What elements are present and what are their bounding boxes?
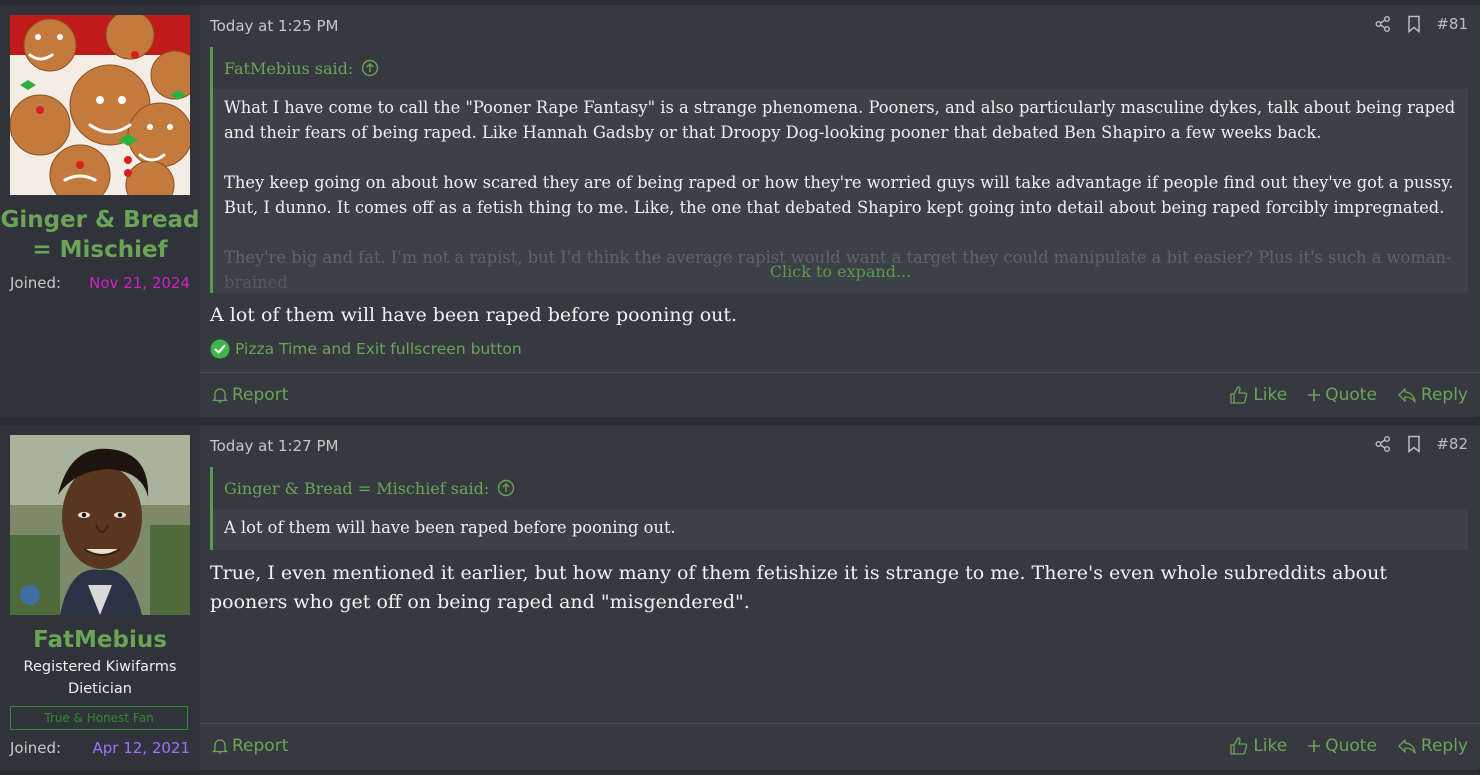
message-body: True, I even mentioned it earlier, but h… — [210, 562, 1387, 613]
report-button[interactable]: Report — [212, 385, 288, 405]
like-button[interactable]: Like — [1229, 385, 1287, 405]
quote-paragraph: They keep going on about how scared they… — [224, 173, 1454, 217]
gingerbread-avatar-image — [10, 15, 190, 195]
plus-icon — [1307, 739, 1321, 753]
reaction-bar[interactable]: Pizza Time and Exit fullscreen button — [210, 339, 522, 359]
joined-row: Joined: Apr 12, 2021 — [10, 738, 190, 758]
message-body: A lot of them will have been raped befor… — [210, 304, 738, 326]
reply-label: Reply — [1420, 735, 1468, 756]
user-cell: FatMebius Registered Kiwifarms Dietician… — [0, 425, 200, 770]
post-meta-actions: #81 — [1374, 15, 1468, 33]
like-button[interactable]: Like — [1229, 736, 1287, 756]
quote-block: FatMebius said: What I have come to call… — [210, 47, 1468, 293]
bell-icon — [212, 737, 228, 755]
joined-label: Joined: — [10, 739, 62, 757]
quote-paragraph: What I have come to call the "Pooner Rap… — [224, 98, 1456, 142]
share-icon[interactable] — [1374, 435, 1392, 453]
post-number-link[interactable]: #82 — [1436, 435, 1468, 453]
quote-button[interactable]: Quote — [1307, 385, 1377, 405]
plus-icon — [1307, 388, 1321, 402]
quote-header[interactable]: FatMebius said: — [213, 47, 1468, 89]
like-label: Like — [1253, 735, 1288, 756]
reply-label: Reply — [1420, 384, 1468, 405]
like-label: Like — [1253, 384, 1288, 405]
joined-label: Joined: — [10, 274, 62, 292]
quote-header[interactable]: Ginger & Bread = Mischief said: — [213, 467, 1468, 509]
thumbs-up-icon — [1229, 736, 1249, 756]
arrow-up-circle-icon[interactable] — [361, 59, 379, 77]
quote-label: Quote — [1325, 735, 1377, 756]
user-title-line: Dietician — [68, 681, 132, 697]
report-button[interactable]: Report — [212, 736, 288, 756]
footer-actions: Like Quote Reply — [1229, 385, 1468, 405]
reply-button[interactable]: Reply — [1397, 385, 1468, 405]
post-main: Today at 1:27 PM #82 Ginger & Bread = Mi… — [200, 425, 1480, 770]
share-icon[interactable] — [1374, 15, 1392, 33]
check-circle-icon — [210, 339, 230, 359]
joined-date: Nov 21, 2024 — [89, 274, 190, 292]
quote-block: Ginger & Bread = Mischief said: A lot of… — [210, 467, 1468, 550]
click-to-expand-link[interactable]: Click to expand... — [213, 262, 1468, 281]
quote-author[interactable]: Ginger & Bread = Mischief said: — [224, 479, 489, 498]
bell-icon — [212, 386, 228, 404]
reply-arrow-icon — [1397, 737, 1417, 755]
arrow-up-circle-icon[interactable] — [497, 479, 515, 497]
report-label: Report — [232, 384, 289, 405]
post-date[interactable]: Today at 1:25 PM — [210, 17, 338, 35]
joined-row: Joined: Nov 21, 2024 — [10, 273, 190, 293]
post-main: Today at 1:25 PM #81 FatMebius said: Wha… — [200, 5, 1480, 417]
post-meta-actions: #82 — [1374, 435, 1468, 453]
portrait-avatar-image — [10, 435, 190, 615]
username[interactable]: Ginger & Bread = Mischief — [0, 205, 200, 265]
reply-button[interactable]: Reply — [1397, 736, 1468, 756]
quote-author[interactable]: FatMebius said: — [224, 59, 353, 78]
avatar[interactable] — [10, 15, 190, 195]
post-date[interactable]: Today at 1:27 PM — [210, 437, 338, 455]
quote-label: Quote — [1325, 384, 1377, 405]
avatar[interactable] — [10, 435, 190, 615]
footer-actions: Like Quote Reply — [1229, 736, 1468, 756]
thumbs-up-icon — [1229, 385, 1249, 405]
reaction-text[interactable]: Pizza Time and Exit fullscreen button — [235, 340, 522, 358]
quote-button[interactable]: Quote — [1307, 736, 1377, 756]
user-title-line: Registered Kiwifarms — [23, 659, 177, 675]
bookmark-icon[interactable] — [1406, 15, 1422, 33]
joined-date: Apr 12, 2021 — [92, 739, 190, 757]
post-82: FatMebius Registered Kiwifarms Dietician… — [0, 425, 1480, 770]
user-banner: True & Honest Fan — [10, 706, 188, 730]
user-cell: Ginger & Bread = Mischief Joined: Nov 21… — [0, 5, 200, 417]
post-number-link[interactable]: #81 — [1436, 15, 1468, 33]
bookmark-icon[interactable] — [1406, 435, 1422, 453]
quote-paragraph: A lot of them will have been raped befor… — [224, 518, 676, 537]
report-label: Report — [232, 735, 289, 756]
post-footer: Report Like Quote Reply — [200, 372, 1480, 416]
quote-body: A lot of them will have been raped befor… — [213, 509, 1468, 540]
post-footer: Report Like Quote Reply — [200, 723, 1480, 767]
post-81: Ginger & Bread = Mischief Joined: Nov 21… — [0, 5, 1480, 417]
reply-arrow-icon — [1397, 386, 1417, 404]
username[interactable]: FatMebius — [0, 625, 200, 655]
